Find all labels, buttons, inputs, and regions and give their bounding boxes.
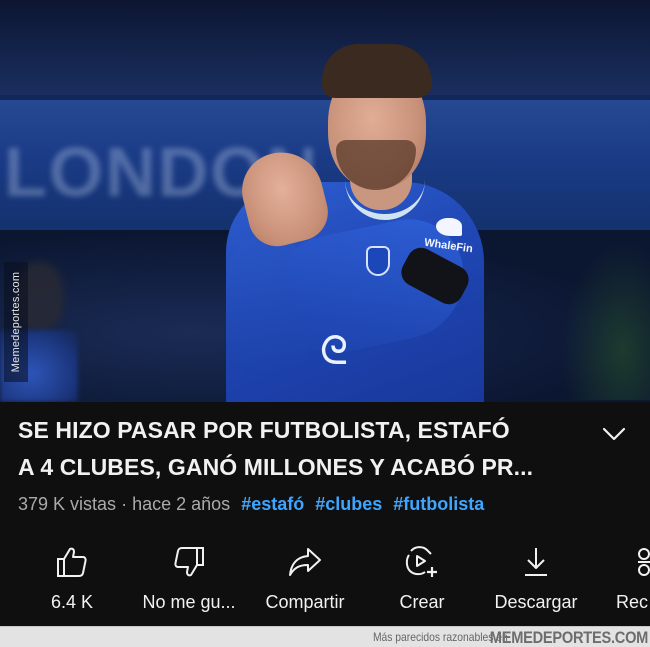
create-button[interactable]: Crear (380, 540, 464, 622)
thumbs-up-icon (57, 547, 87, 577)
hashtag-link[interactable]: #estafó (241, 494, 304, 514)
video-title[interactable]: SE HIZO PASAR POR FUTBOLISTA, ESTAFÓ A 4… (18, 412, 578, 486)
download-icon (525, 548, 547, 576)
download-button[interactable]: Descargar (484, 540, 588, 622)
share-button[interactable]: Compartir (256, 540, 354, 622)
site-watermark: Memedeportes.com (4, 262, 28, 382)
footer-brand[interactable]: MEMEDEPORTES.COM (490, 628, 649, 647)
dislike-button[interactable]: No me gu... (134, 540, 244, 622)
video-title-line-1: SE HIZO PASAR POR FUTBOLISTA, ESTAFÓ (18, 417, 510, 443)
video-metadata: 379 K vistas · hace 2 años #estafó #club… (18, 494, 484, 515)
share-icon (289, 548, 321, 576)
hashtag-link[interactable]: #clubes (315, 494, 382, 514)
site-footer: Más parecidos razonables en MEMEDEPORTES… (0, 626, 650, 647)
remix-label: Rec (616, 592, 649, 612)
dislike-label: No me gu... (142, 592, 236, 612)
shirt-sponsor-logo-icon: ᘓ (319, 328, 349, 374)
footballer-figure: WhaleFin ᘓ (0, 0, 650, 402)
publish-date: hace 2 años (132, 494, 231, 514)
view-count: 379 K vistas (18, 494, 117, 514)
create-label: Crear (399, 592, 445, 612)
hashtag-link[interactable]: #futbolista (393, 494, 484, 514)
player-hair (322, 44, 432, 98)
download-label: Descargar (494, 592, 578, 612)
video-thumbnail[interactable]: LONDON WhaleFin ᘓ Memedeportes.com (0, 0, 650, 402)
remix-button[interactable]: Rec (610, 540, 650, 622)
share-label: Compartir (265, 592, 345, 612)
thumbs-down-icon (174, 547, 204, 577)
video-title-line-2: A 4 CLUBES, GANÓ MILLONES Y ACABÓ PR... (18, 454, 534, 480)
site-watermark-text: Memedeportes.com (10, 271, 22, 373)
meta-separator: · (121, 494, 128, 514)
footer-caption: Más parecidos razonables en (373, 630, 508, 644)
remix-icon (638, 548, 650, 576)
expand-description-button[interactable] (598, 418, 630, 450)
club-crest-icon (366, 246, 390, 276)
like-button[interactable]: 6.4 K (30, 540, 114, 622)
chevron-down-icon (602, 427, 626, 441)
like-count: 6.4 K (50, 592, 94, 612)
action-bar: 6.4 K No me gu... Compartir Crear Descar… (0, 540, 650, 622)
sponsor-logo-icon (436, 218, 462, 236)
create-icon (405, 546, 437, 577)
